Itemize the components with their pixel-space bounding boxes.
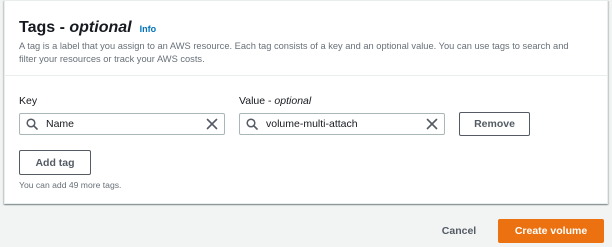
value-column-label: Value - optional — [239, 95, 311, 107]
tag-value-value: volume-multi-attach — [266, 118, 358, 130]
clear-icon[interactable] — [426, 118, 438, 130]
search-icon — [246, 118, 258, 130]
tags-panel-header: Tags - optional Info A tag is a label th… — [5, 1, 607, 76]
remove-tag-button[interactable]: Remove — [459, 112, 530, 136]
tag-value-input[interactable]: volume-multi-attach — [239, 113, 445, 135]
tags-title-optional: optional — [69, 19, 132, 36]
tags-title-row: Tags - optional Info — [19, 19, 156, 37]
remaining-tags-hint: You can add 49 more tags. — [19, 180, 122, 190]
tags-title-main: Tags - — [19, 19, 70, 36]
tags-panel: Tags - optional Info A tag is a label th… — [4, 0, 608, 204]
value-label-main: Value - — [239, 95, 275, 107]
tag-key-value: Name — [46, 118, 75, 130]
add-tag-button[interactable]: Add tag — [19, 150, 91, 175]
key-column-label: Key — [19, 95, 37, 107]
tags-description: A tag is a label that you assign to an A… — [19, 41, 569, 64]
search-icon — [26, 118, 38, 130]
create-volume-button[interactable]: Create volume — [498, 219, 604, 243]
key-label-text: Key — [19, 95, 38, 107]
value-label-optional: optional — [274, 95, 312, 107]
tag-key-input[interactable]: Name — [19, 113, 225, 135]
tags-title: Tags - optional — [19, 19, 132, 37]
cancel-button[interactable]: Cancel — [430, 219, 488, 243]
clear-icon[interactable] — [206, 118, 218, 130]
info-link[interactable]: Info — [140, 24, 157, 34]
